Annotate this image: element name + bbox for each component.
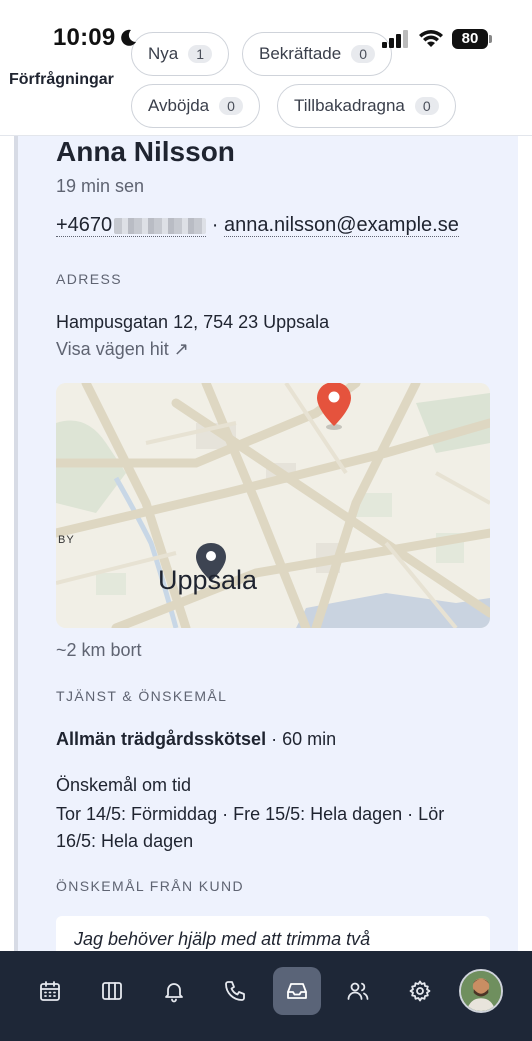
- location-map[interactable]: BY Uppsala: [56, 383, 490, 628]
- request-card: Anna Nilsson 19 min sen +4670 · anna.nil…: [14, 136, 518, 951]
- email-link[interactable]: anna.nilsson@example.se: [223, 214, 459, 237]
- service-duration: · 60 min: [266, 729, 337, 749]
- directions-link[interactable]: Visa vägen hit ↗: [56, 339, 189, 360]
- filter-count: 0: [414, 97, 439, 115]
- bottom-tab-bar: [0, 951, 532, 1041]
- customer-wish-label: ÖNSKEMÅL FRÅN KUND: [56, 878, 245, 894]
- tab-columns[interactable]: [88, 967, 136, 1015]
- tab-calls[interactable]: [211, 967, 259, 1015]
- time-ago: 19 min sen: [56, 176, 145, 196]
- battery-indicator: 80: [452, 29, 492, 49]
- map-district-label: BY: [58, 534, 75, 546]
- filter-chip-withdrawn[interactable]: Tillbakadragna 0: [277, 84, 456, 128]
- profile-photo: [461, 971, 501, 1011]
- tab-notifications[interactable]: [150, 967, 198, 1015]
- time-wish-value: Tor 14/5: Förmiddag · Fre 15/5: Hela dag…: [56, 804, 445, 851]
- columns-icon: [102, 982, 122, 1000]
- wifi-icon: [419, 30, 443, 47]
- customer-name: Anna Nilsson: [56, 136, 235, 167]
- phone-icon: [225, 981, 245, 1001]
- address-text: Hampusgatan 12, 754 23 Uppsala: [56, 312, 330, 332]
- customer-wish-text: Jag behöver hjälp med att trimma två: [74, 929, 371, 949]
- phone-prefix: +4670: [56, 214, 113, 236]
- tab-inbox[interactable]: [273, 967, 321, 1015]
- filter-label: Avböjda: [148, 96, 210, 115]
- status-bar: 10:09 80: [0, 0, 532, 80]
- tab-calendar[interactable]: [26, 967, 74, 1015]
- filter-chip-declined[interactable]: Avböjda 0: [131, 84, 260, 128]
- map-streets: [56, 383, 490, 628]
- destination-pin-icon: [317, 383, 351, 430]
- distance-text: ~2 km bort: [56, 640, 142, 660]
- calendar-icon: [40, 981, 60, 1001]
- phone-redacted: [114, 217, 207, 234]
- filter-label: Tillbakadragna: [294, 96, 405, 115]
- contact-row: +4670 · anna.nilsson@example.se: [56, 214, 459, 237]
- gear-icon: [409, 980, 431, 1002]
- request-detail: Anna Nilsson 19 min sen +4670 · anna.nil…: [0, 136, 532, 951]
- status-time: 10:09: [53, 24, 116, 51]
- avatar[interactable]: [459, 969, 503, 1013]
- tab-settings[interactable]: [396, 967, 444, 1015]
- filter-count: 0: [219, 97, 243, 115]
- customer-wish-card: Jag behöver hjälp med att trimma två: [56, 916, 490, 951]
- users-icon: [347, 982, 369, 1000]
- signal-icon: [382, 30, 408, 48]
- service-name: Allmän trädgårdsskötsel: [56, 729, 267, 749]
- moon-icon: [121, 29, 136, 46]
- tab-customers[interactable]: [334, 967, 382, 1015]
- map-city-label: Uppsala: [158, 565, 258, 595]
- contact-separator: ·: [206, 214, 224, 236]
- inbox-icon: [287, 983, 307, 999]
- service-section-label: TJÄNST & ÖNSKEMÅL: [56, 688, 228, 704]
- phone-link[interactable]: +4670: [56, 214, 207, 237]
- service-line: Allmän trädgårdsskötsel · 60 min: [56, 729, 336, 750]
- bell-icon: [165, 983, 183, 1003]
- time-wish-label: Önskemål om tid: [56, 775, 192, 795]
- address-section-label: ADRESS: [56, 271, 122, 287]
